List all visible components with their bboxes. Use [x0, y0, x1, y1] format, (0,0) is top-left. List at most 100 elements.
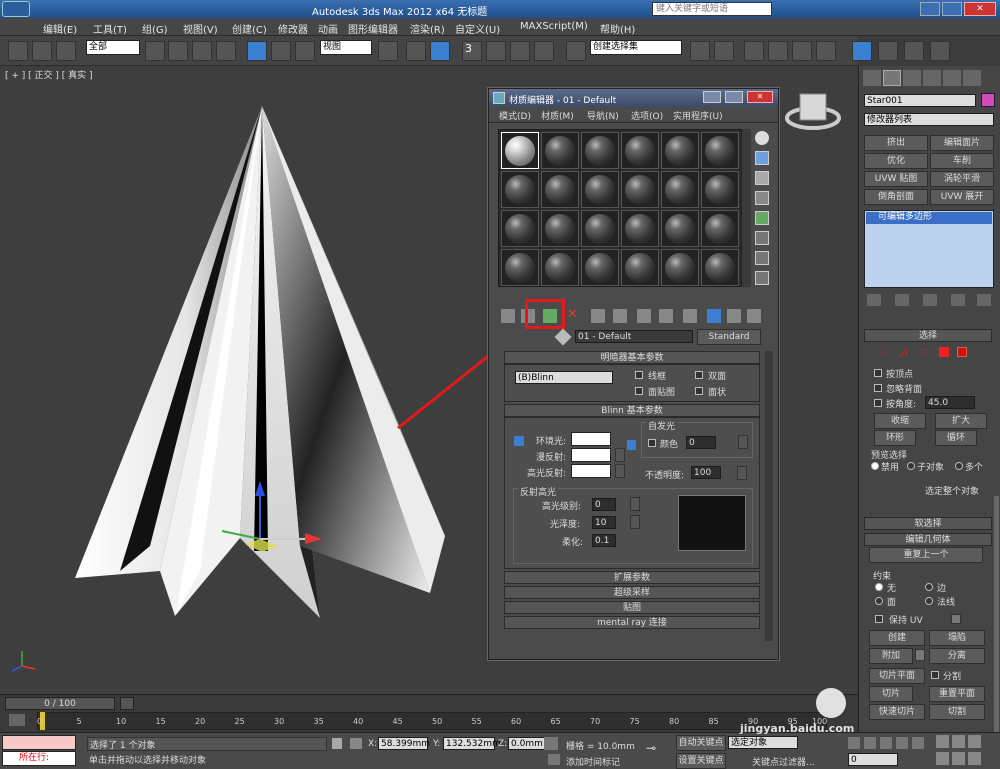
z-coord-field[interactable]: 0.0mm [508, 737, 546, 750]
get-material-icon[interactable] [501, 309, 515, 323]
by-vertex-checkbox[interactable] [874, 369, 882, 377]
x-coord-field[interactable]: 58.399mm [378, 737, 430, 750]
sample-type-icon[interactable] [755, 131, 769, 145]
extrude-button[interactable]: 挤出 [864, 135, 928, 151]
show-map-icon[interactable] [683, 309, 697, 323]
menu-edit[interactable]: 编辑(E) [43, 21, 77, 36]
sample-slot[interactable] [541, 210, 579, 247]
options-icon[interactable] [755, 251, 769, 265]
uvw-map-button[interactable]: UVW 贴图 [864, 171, 928, 187]
sample-slot[interactable] [581, 249, 619, 286]
menu-modifiers[interactable]: 修改器 [278, 21, 308, 36]
snap-toggle-icon[interactable]: 3 [462, 41, 482, 61]
rect-selection-icon[interactable] [192, 41, 212, 61]
make-copy-icon[interactable] [591, 309, 605, 323]
sample-slot[interactable] [501, 132, 539, 169]
render-setup-icon[interactable] [878, 41, 898, 61]
add-time-tag[interactable]: 添加时间标记 [566, 755, 620, 768]
configure-sets-icon[interactable] [977, 294, 991, 306]
viewcube-icon[interactable] [785, 93, 841, 130]
keyboard-shortcut-icon[interactable] [430, 41, 450, 61]
make-preview-icon[interactable] [755, 231, 769, 245]
viewport-label[interactable]: [ + ] [ 正交 ] [ 真实 ] [5, 68, 93, 81]
sample-slot[interactable] [621, 171, 659, 208]
modifier-list-select[interactable]: 修改器列表 [864, 113, 994, 126]
grow-button[interactable]: 扩大 [935, 413, 987, 429]
gloss-map-button[interactable] [630, 515, 640, 529]
isolate-icon[interactable] [544, 737, 558, 750]
show-end-result-icon[interactable] [707, 309, 721, 323]
sample-slot[interactable] [541, 249, 579, 286]
mat-menu-utilities[interactable]: 实用程序(U) [673, 109, 723, 122]
app-logo-icon[interactable] [2, 1, 30, 17]
rendered-frame-icon[interactable] [904, 41, 924, 61]
maximize-icon[interactable] [942, 2, 962, 16]
zoom-extents-icon[interactable] [968, 735, 981, 748]
ambient-swatch[interactable] [571, 432, 611, 446]
self-illum-map-button[interactable] [738, 435, 748, 449]
shader-rollout-header[interactable]: 明暗器基本参数 [504, 351, 760, 364]
sample-slot[interactable] [541, 132, 579, 169]
diffuse-map-button[interactable] [615, 448, 625, 462]
spec-map-button[interactable] [630, 497, 640, 511]
constraint-face-radio[interactable] [875, 597, 883, 605]
selection-filter-select[interactable]: 全部 [86, 40, 140, 55]
vertex-icon[interactable]: ∴ [879, 347, 893, 359]
mat-maximize-icon[interactable] [725, 91, 743, 103]
spec-level-field[interactable]: 0 [592, 498, 616, 511]
sample-slot[interactable] [501, 249, 539, 286]
material-editor-icon[interactable] [852, 41, 872, 61]
edge-icon[interactable]: ◿ [899, 347, 913, 359]
menu-group[interactable]: 组(G) [142, 21, 168, 36]
pan-icon[interactable] [952, 752, 965, 765]
select-rotate-icon[interactable] [271, 41, 291, 61]
create-button[interactable]: 创建 [869, 630, 925, 646]
put-to-library-icon[interactable] [637, 309, 651, 323]
face-map-checkbox[interactable] [635, 387, 643, 395]
sample-slot[interactable] [621, 249, 659, 286]
shrink-button[interactable]: 收缩 [874, 413, 926, 429]
align-icon[interactable] [714, 41, 734, 61]
select-move-icon[interactable] [247, 41, 267, 61]
faceted-checkbox[interactable] [695, 387, 703, 395]
lathe-button[interactable]: 车削 [930, 153, 994, 169]
sample-slot[interactable] [661, 249, 699, 286]
spinner-snap-icon[interactable] [534, 41, 554, 61]
edit-named-selection-icon[interactable] [566, 41, 586, 61]
time-slider[interactable]: 0 / 100 [5, 697, 115, 710]
slider-next-icon[interactable] [120, 697, 134, 710]
edit-patch-button[interactable]: 编辑面片 [930, 135, 994, 151]
edit-geometry-rollout[interactable]: 编辑几何体 [864, 533, 992, 546]
menu-view[interactable]: 视图(V) [183, 21, 218, 36]
time-tag-icon[interactable] [548, 754, 560, 765]
detach-button[interactable]: 分离 [929, 648, 985, 664]
menu-help[interactable]: 帮助(H) [600, 21, 635, 36]
uvw-unwrap-button[interactable]: UVW 展开 [930, 189, 994, 205]
sample-slot[interactable] [701, 132, 739, 169]
border-icon[interactable]: ◌ [919, 347, 933, 359]
wire-checkbox[interactable] [635, 371, 643, 379]
search-input[interactable]: 键入关键字或短语 [652, 2, 772, 16]
two-sided-checkbox[interactable] [695, 371, 703, 379]
shader-select[interactable]: (B)Blinn [515, 371, 613, 384]
optimize-button[interactable]: 优化 [864, 153, 928, 169]
fov-icon[interactable] [936, 752, 949, 765]
stack-item-editable-poly[interactable]: 可编辑多边形 [866, 212, 992, 224]
sample-slot[interactable] [581, 132, 619, 169]
material-name-field[interactable]: 01 - Default [575, 330, 693, 343]
element-icon[interactable] [957, 347, 967, 357]
y-coord-field[interactable]: 132.532mm [443, 737, 501, 750]
make-unique-stack-icon[interactable] [923, 294, 937, 306]
panel-scrollbar[interactable] [994, 496, 999, 736]
repeat-last-button[interactable]: 重复上一个 [869, 547, 983, 563]
slot-scrollbar[interactable] [741, 129, 751, 287]
constraint-edge-radio[interactable] [925, 583, 933, 591]
self-illum-color-checkbox[interactable] [648, 439, 656, 447]
ribbon-icon[interactable] [768, 41, 788, 61]
material-id-icon[interactable] [659, 309, 673, 323]
show-end-result-stack-icon[interactable] [895, 294, 909, 306]
constraint-normal-radio[interactable] [925, 597, 933, 605]
mat-menu-mode[interactable]: 模式(D) [499, 109, 531, 122]
sample-slot[interactable] [701, 249, 739, 286]
by-angle-checkbox[interactable] [874, 399, 882, 407]
